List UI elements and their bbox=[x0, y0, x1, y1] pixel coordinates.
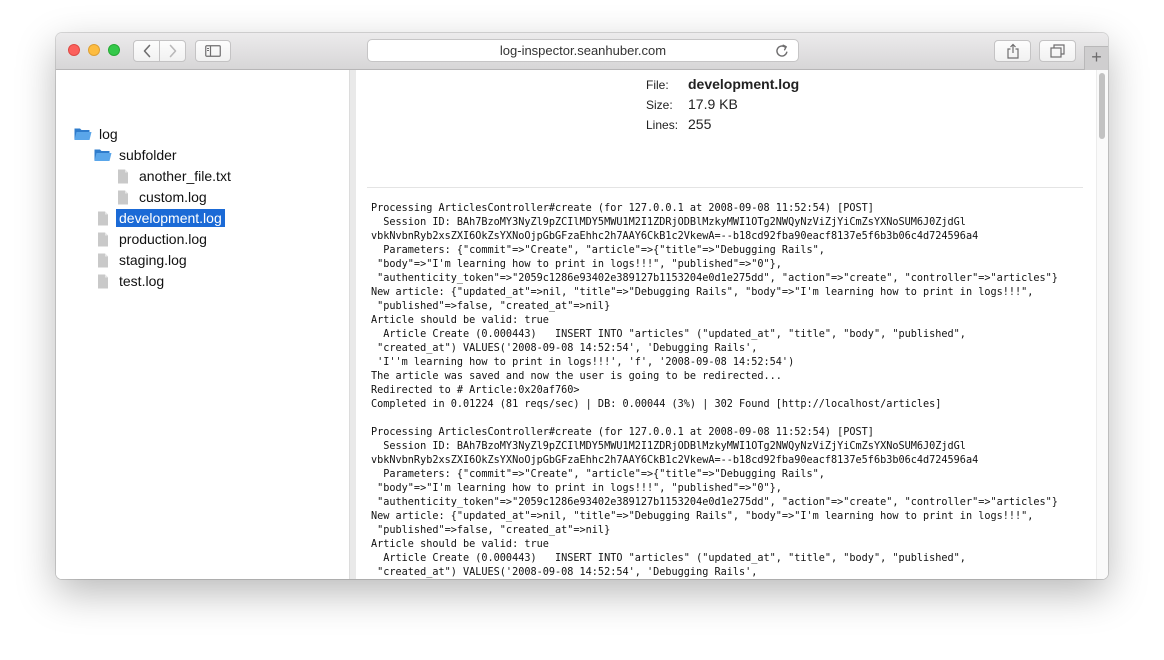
tree-item-label: subfolder bbox=[119, 147, 177, 163]
pane-divider[interactable] bbox=[349, 70, 356, 579]
tree-item-log[interactable]: log bbox=[74, 124, 121, 144]
minimize-window-button[interactable] bbox=[88, 44, 100, 56]
scrollbar-track[interactable] bbox=[1096, 70, 1108, 579]
back-button[interactable] bbox=[133, 40, 160, 62]
tree-item-label: development.log bbox=[116, 209, 225, 227]
file-name-row: File: development.log bbox=[646, 76, 799, 96]
browser-window: log-inspector.seanhuber.com + log subfol… bbox=[56, 33, 1108, 579]
address-bar[interactable]: log-inspector.seanhuber.com bbox=[367, 39, 799, 62]
tree-item-test-log[interactable]: test.log bbox=[94, 271, 167, 291]
tree-item-staging-log[interactable]: staging.log bbox=[94, 250, 190, 270]
tree-item-another-file[interactable]: another_file.txt bbox=[114, 166, 234, 186]
reload-icon[interactable] bbox=[774, 43, 790, 59]
file-name-value: development.log bbox=[688, 76, 800, 92]
file-tree: log subfolder another_file.txt custom.lo… bbox=[56, 70, 349, 579]
file-icon bbox=[114, 189, 132, 205]
new-tab-button[interactable]: + bbox=[1084, 46, 1108, 70]
tree-item-label: another_file.txt bbox=[139, 168, 231, 184]
size-label: Size: bbox=[646, 98, 673, 112]
tree-item-label: test.log bbox=[119, 273, 165, 289]
share-button[interactable] bbox=[994, 40, 1031, 62]
plus-icon: + bbox=[1091, 47, 1102, 67]
navigation-buttons bbox=[133, 40, 186, 62]
sidebar-toggle-button[interactable] bbox=[195, 40, 231, 62]
scrollbar-thumb[interactable] bbox=[1099, 73, 1105, 139]
file-size-value: 17.9 KB bbox=[688, 96, 738, 112]
folder-open-icon bbox=[94, 147, 112, 163]
file-size-row: Size: 17.9 KB bbox=[646, 96, 799, 116]
separator bbox=[367, 187, 1083, 188]
file-icon bbox=[94, 273, 112, 289]
url-text: log-inspector.seanhuber.com bbox=[499, 43, 667, 58]
tree-item-label: custom.log bbox=[139, 189, 207, 205]
folder-open-icon bbox=[74, 126, 92, 142]
share-icon bbox=[1006, 43, 1019, 59]
file-lines-row: Lines: 255 bbox=[646, 116, 799, 136]
file-lines-value: 255 bbox=[688, 116, 712, 132]
file-icon bbox=[94, 231, 112, 247]
close-window-button[interactable] bbox=[68, 44, 80, 56]
tree-item-custom-log[interactable]: custom.log bbox=[114, 187, 210, 207]
tree-item-subfolder[interactable]: subfolder bbox=[94, 145, 180, 165]
sidebar-icon bbox=[205, 45, 221, 57]
tree-item-production-log[interactable]: production.log bbox=[94, 229, 210, 249]
tree-item-label: staging.log bbox=[119, 252, 187, 268]
tree-item-label: log bbox=[99, 126, 118, 142]
zoom-window-button[interactable] bbox=[108, 44, 120, 56]
chevron-right-icon bbox=[169, 44, 176, 58]
file-icon bbox=[114, 168, 132, 184]
forward-button[interactable] bbox=[159, 40, 186, 62]
show-tabs-button[interactable] bbox=[1039, 40, 1076, 62]
lines-label: Lines: bbox=[646, 118, 679, 132]
file-info: File: development.log Size: 17.9 KB Line… bbox=[646, 76, 799, 136]
tree-item-label: production.log bbox=[119, 231, 207, 247]
page-content: log subfolder another_file.txt custom.lo… bbox=[56, 70, 1108, 579]
file-icon bbox=[94, 252, 112, 268]
log-content: Processing ArticlesController#create (fo… bbox=[371, 203, 1058, 578]
tree-item-development-log[interactable]: development.log bbox=[94, 208, 225, 228]
log-viewer: File: development.log Size: 17.9 KB Line… bbox=[356, 70, 1096, 579]
file-icon bbox=[94, 210, 112, 226]
browser-toolbar: log-inspector.seanhuber.com bbox=[56, 33, 1108, 70]
tabs-icon bbox=[1049, 44, 1065, 58]
chevron-left-icon bbox=[143, 44, 150, 58]
file-label: File: bbox=[646, 78, 669, 92]
